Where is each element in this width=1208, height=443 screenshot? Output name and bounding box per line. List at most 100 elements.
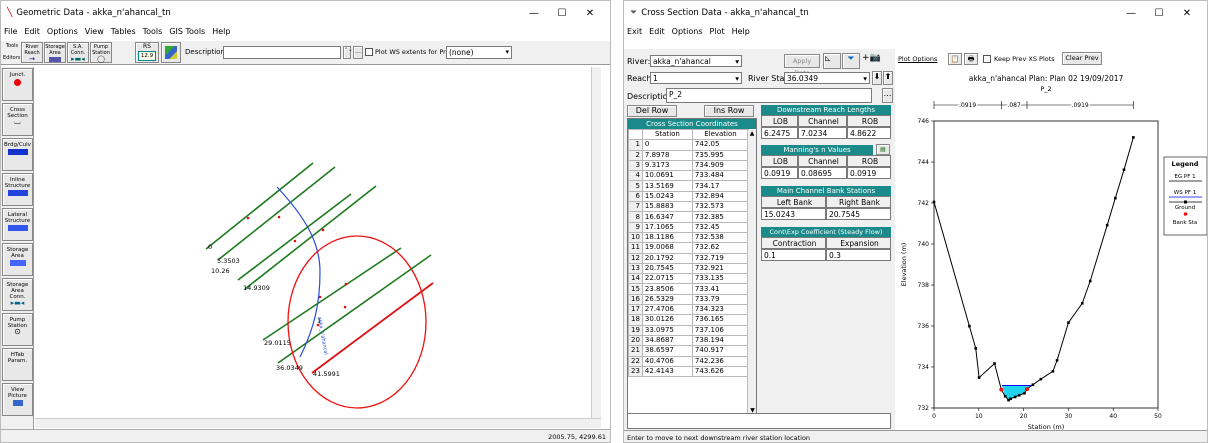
station-cell[interactable]: 20.7545 (641, 262, 693, 275)
river-centerline[interactable] (276, 186, 321, 358)
keep-prev-checkbox[interactable] (983, 55, 991, 63)
elevation-cell[interactable]: 732.921 (691, 262, 750, 275)
lob-length-input[interactable]: 6.2475 (761, 127, 798, 139)
elevation-cell[interactable]: 742.05 (691, 139, 750, 151)
table-row[interactable]: 20 34.8687 738.194 (628, 334, 750, 347)
add-picture-button[interactable]: +📷 (862, 53, 892, 69)
elevation-cell[interactable]: 732.719 (691, 252, 750, 264)
table-row[interactable]: 3 9.3173 734.909 (628, 159, 750, 172)
channel-n-input[interactable]: 0.08695 (798, 167, 847, 179)
tool-cross-section[interactable]: Cross Section ⌴ (2, 103, 33, 136)
ins-row-button[interactable]: Ins Row (704, 105, 754, 117)
station-cell[interactable]: 30.0126 (641, 314, 693, 326)
elevation-cell[interactable]: 743.626 (691, 365, 750, 378)
river-select[interactable]: akka_n'ahancal ▾ (650, 55, 742, 67)
station-cell[interactable]: 42.4143 (641, 365, 693, 378)
tool-inline-structure[interactable]: Inline Structure (2, 173, 33, 206)
table-row[interactable]: 12 20.1792 732.719 (628, 252, 750, 264)
menu-options[interactable]: Options (672, 27, 703, 36)
next-down-button[interactable]: ⬇ (872, 71, 882, 85)
elevation-cell[interactable]: 732.62 (691, 242, 750, 254)
station-cell[interactable]: 19.0068 (641, 242, 693, 254)
maximize-icon[interactable]: ☐ (548, 8, 576, 19)
xs-line-5-3503[interactable] (217, 166, 336, 261)
elevation-cell[interactable]: 733.41 (691, 283, 750, 295)
rob-length-input[interactable]: 4.8622 (847, 127, 891, 139)
rs-button[interactable]: RS 12.9 (135, 42, 159, 63)
description-expand-button[interactable]: ⌃⌄ (343, 46, 352, 59)
tool-storage-area-conn[interactable]: Storage Area Conn. ▸▬◂ (2, 278, 33, 311)
sa-conn-button[interactable]: S.A. Conn. ▸▬◂ (67, 42, 89, 63)
notes-box[interactable] (627, 413, 891, 429)
channel-length-input[interactable]: 7.0234 (798, 127, 847, 139)
elevation-cell[interactable]: 736.165 (691, 314, 750, 326)
profile-select[interactable]: (none) ▾ (446, 46, 512, 59)
elevation-cell[interactable]: 734.17 (691, 180, 750, 192)
station-cell[interactable]: 27.4706 (641, 304, 693, 316)
table-row[interactable]: 16 26.5329 733.79 (628, 293, 750, 306)
plot-xs-button[interactable]: ⏷ (842, 53, 860, 69)
ellipsis-button[interactable]: … (353, 46, 363, 59)
table-row[interactable]: 6 15.0243 732.894 (628, 190, 750, 203)
storage-area-button[interactable]: Storage Area (44, 42, 66, 63)
elevation-cell[interactable]: 732.45 (691, 221, 750, 233)
apply-data-button[interactable]: Apply Data (784, 54, 820, 77)
expansion-input[interactable]: 0.3 (826, 249, 891, 261)
table-row[interactable]: 18 30.0126 736.165 (628, 314, 750, 326)
close-icon[interactable]: ✕ (1173, 8, 1201, 19)
river-reach-button[interactable]: River Reach → (21, 42, 43, 63)
station-cell[interactable]: 9.3173 (641, 159, 693, 172)
contraction-input[interactable]: 0.1 (761, 249, 826, 261)
menu-tables[interactable]: Tables (111, 27, 136, 36)
table-row[interactable]: 4 10.0691 733.484 (628, 170, 750, 182)
vertical-scrollbar[interactable] (591, 67, 601, 418)
description-input[interactable]: P_2 (666, 88, 872, 103)
elevation-cell[interactable]: 732.573 (691, 201, 750, 213)
menu-file[interactable]: File (4, 27, 17, 36)
print-plot-button[interactable]: 🖶 (964, 53, 978, 65)
cross-section-chart[interactable]: akka_n'ahancal Plan: Plan 02 19/09/2017 P… (896, 69, 1208, 430)
table-row[interactable]: 19 33.0975 737.106 (628, 324, 750, 336)
table-row[interactable]: 8 16.6347 732.385 (628, 211, 750, 223)
map-layers-button[interactable] (161, 42, 181, 63)
station-cell[interactable]: 18.1186 (641, 231, 693, 244)
elevation-cell[interactable]: 732.894 (691, 190, 750, 203)
pump-station-button[interactable]: Pump Station ◯ (90, 42, 112, 63)
elevation-cell[interactable]: 733.79 (691, 293, 750, 306)
table-row[interactable]: 2 7.8978 735.995 (628, 149, 750, 161)
station-cell[interactable]: 23.8506 (641, 283, 693, 295)
station-cell[interactable]: 0 (641, 139, 693, 151)
copy-plot-button[interactable]: 📋 (948, 53, 962, 65)
table-row[interactable]: 10 18.1186 732.538 (628, 231, 750, 244)
geo-description-input[interactable] (223, 46, 341, 59)
table-row[interactable]: 14 22.0715 733.135 (628, 273, 750, 285)
menu-options[interactable]: Options (47, 27, 78, 36)
elevation-cell[interactable]: 740.917 (691, 345, 750, 357)
menu-help[interactable]: Help (212, 27, 230, 36)
tool-pump-station[interactable]: Pump Station ⊙ (2, 313, 33, 346)
scroll-up-icon[interactable]: ▲ (748, 130, 756, 137)
clear-prev-button[interactable]: Clear Prev (1062, 52, 1102, 65)
station-cell[interactable]: 33.0975 (641, 324, 693, 336)
table-scrollbar[interactable]: ▲ ▼ (747, 130, 756, 414)
station-cell[interactable]: 38.6597 (641, 345, 693, 357)
table-row[interactable]: 9 17.1065 732.45 (628, 221, 750, 233)
next-up-button[interactable]: ⬆ (883, 71, 893, 85)
table-row[interactable]: 17 27.4706 734.323 (628, 304, 750, 316)
left-bank-input[interactable]: 15.0243 (761, 208, 826, 220)
station-cell[interactable]: 40.4706 (641, 355, 693, 367)
tool-junct[interactable]: Junct. (2, 68, 33, 101)
station-cell[interactable]: 16.6347 (641, 211, 693, 223)
tool-lateral-structure[interactable]: Lateral Structure (2, 208, 33, 241)
reach-select[interactable]: 1 ▾ (650, 72, 742, 84)
menu-edit[interactable]: Edit (24, 27, 40, 36)
plot-options-link[interactable]: Plot Options (898, 55, 937, 63)
station-cell[interactable]: 7.8978 (641, 149, 693, 161)
tool-brdg-culv[interactable]: Brdg/Culv (2, 138, 33, 171)
menu-view[interactable]: View (85, 27, 104, 36)
table-row[interactable]: 15 23.8506 733.41 (628, 283, 750, 295)
menu-tools[interactable]: Tools (143, 27, 163, 36)
elevation-cell[interactable]: 732.385 (691, 211, 750, 223)
tool-view-picture[interactable]: View Picture (2, 383, 33, 416)
menu-plot[interactable]: Plot (710, 27, 725, 36)
